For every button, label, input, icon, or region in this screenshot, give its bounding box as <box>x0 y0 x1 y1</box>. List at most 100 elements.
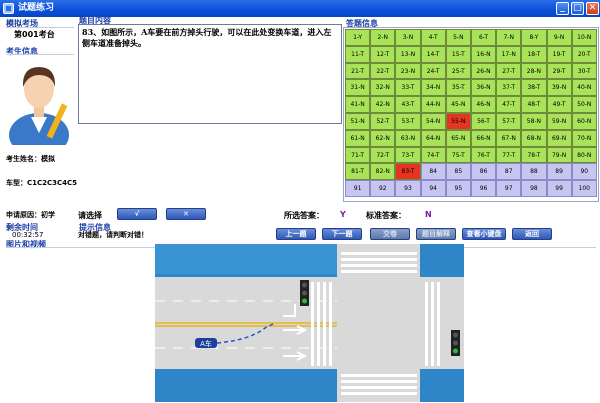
answer-no-button[interactable]: ✕ <box>166 208 206 220</box>
answer-cell[interactable]: 22-T <box>370 62 396 80</box>
answer-cell[interactable]: 18-T <box>521 45 547 63</box>
answer-cell[interactable]: 34-N <box>420 79 446 97</box>
answer-cell[interactable]: 72-T <box>370 146 396 164</box>
answer-cell[interactable]: 32-N <box>370 79 396 97</box>
answer-cell[interactable]: 47-T <box>496 96 522 113</box>
answer-cell[interactable]: 31-N <box>345 79 371 97</box>
answer-cell[interactable]: 91 <box>345 180 371 197</box>
answer-cell[interactable]: 79-N <box>546 146 572 164</box>
answer-cell[interactable]: 98 <box>521 180 547 197</box>
answer-cell[interactable]: 56-T <box>470 112 497 130</box>
answer-cell[interactable]: 46-N <box>470 96 497 113</box>
answer-cell[interactable]: 21-T <box>345 62 371 80</box>
submit-exam-button[interactable]: 交卷 <box>370 228 410 240</box>
answer-cell[interactable]: 33-T <box>395 79 421 97</box>
answer-cell[interactable]: 66-N <box>470 129 497 147</box>
answer-cell[interactable]: 45-N <box>445 96 471 113</box>
answer-cell[interactable]: 2-N <box>370 29 396 46</box>
answer-cell[interactable]: 36-N <box>470 79 497 97</box>
answer-cell[interactable]: 71-T <box>345 146 371 164</box>
answer-cell[interactable]: 92 <box>370 180 396 197</box>
answer-cell[interactable]: 9-N <box>546 29 572 46</box>
answer-cell[interactable]: 17-N <box>496 45 522 63</box>
answer-cell[interactable]: 94 <box>420 180 446 197</box>
answer-cell[interactable]: 63-N <box>395 129 421 147</box>
answer-cell[interactable]: 44-N <box>420 96 446 113</box>
answer-cell[interactable]: 28-N <box>521 62 547 80</box>
answer-cell[interactable]: 30-T <box>571 62 597 80</box>
close-button[interactable]: ✕ <box>586 2 599 15</box>
answer-cell[interactable]: 20-T <box>571 45 597 63</box>
answer-cell[interactable]: 35-T <box>445 79 471 97</box>
prev-question-button[interactable]: 上一题 <box>276 228 316 240</box>
answer-cell[interactable]: 19-T <box>546 45 572 63</box>
answer-cell[interactable]: 1-Y <box>345 29 371 46</box>
answer-cell[interactable]: 97 <box>496 180 522 197</box>
answer-cell[interactable]: 74-T <box>420 146 446 164</box>
answer-cell[interactable]: 51-N <box>345 112 371 130</box>
answer-cell[interactable]: 40-N <box>571 79 597 97</box>
answer-cell[interactable]: 49-T <box>546 96 572 113</box>
answer-cell[interactable]: 73-T <box>395 146 421 164</box>
answer-cell[interactable]: 41-N <box>345 96 371 113</box>
answer-cell[interactable]: 93 <box>395 180 421 197</box>
answer-cell[interactable]: 58-N <box>521 112 547 130</box>
answer-cell[interactable]: 70-N <box>571 129 597 147</box>
answer-cell[interactable]: 13-N <box>395 45 421 63</box>
view-keyboard-button[interactable]: 查看小键盘 <box>462 228 506 240</box>
answer-cell[interactable]: 67-N <box>496 129 522 147</box>
answer-cell[interactable]: 7-N <box>496 29 522 46</box>
answer-cell[interactable]: 14-T <box>420 45 446 63</box>
answer-cell[interactable]: 27-T <box>496 62 522 80</box>
answer-cell[interactable]: 64-N <box>420 129 446 147</box>
answer-cell[interactable]: 95 <box>445 180 471 197</box>
answer-cell[interactable]: 12-T <box>370 45 396 63</box>
answer-cell[interactable]: 68-N <box>521 129 547 147</box>
maximize-button[interactable]: □ <box>571 2 584 15</box>
next-question-button[interactable]: 下一题 <box>322 228 362 240</box>
answer-cell[interactable]: 50-N <box>571 96 597 113</box>
answer-cell[interactable]: 61-N <box>345 129 371 147</box>
answer-cell[interactable]: 6-T <box>470 29 497 46</box>
answer-cell[interactable]: 59-N <box>546 112 572 130</box>
answer-cell[interactable]: 29-T <box>546 62 572 80</box>
answer-cell[interactable]: 55-N <box>445 112 471 130</box>
answer-cell[interactable]: 78-T <box>521 146 547 164</box>
answer-cell[interactable]: 15-T <box>445 45 471 63</box>
answer-cell[interactable]: 11-T <box>345 45 371 63</box>
answer-cell[interactable]: 25-T <box>445 62 471 80</box>
answer-cell[interactable]: 100 <box>571 180 597 197</box>
answer-cell[interactable]: 65-N <box>445 129 471 147</box>
answer-cell[interactable]: 24-T <box>420 62 446 80</box>
answer-cell[interactable]: 87 <box>496 163 522 181</box>
answer-cell[interactable]: 76-T <box>470 146 497 164</box>
answer-cell[interactable]: 83-T <box>395 163 421 181</box>
answer-cell[interactable]: 57-T <box>496 112 522 130</box>
answer-cell[interactable]: 43-T <box>395 96 421 113</box>
minimize-button[interactable]: _ <box>556 2 569 15</box>
answer-cell[interactable]: 80-N <box>571 146 597 164</box>
answer-cell[interactable]: 5-N <box>445 29 471 46</box>
answer-cell[interactable]: 84 <box>420 163 446 181</box>
answer-cell[interactable]: 52-T <box>370 112 396 130</box>
answer-cell[interactable]: 3-N <box>395 29 421 46</box>
answer-cell[interactable]: 4-T <box>420 29 446 46</box>
answer-cell[interactable]: 99 <box>546 180 572 197</box>
answer-cell[interactable]: 69-N <box>546 129 572 147</box>
answer-cell[interactable]: 8-Y <box>521 29 547 46</box>
answer-cell[interactable]: 54-N <box>420 112 446 130</box>
answer-cell[interactable]: 88 <box>521 163 547 181</box>
answer-cell[interactable]: 10-N <box>571 29 597 46</box>
answer-cell[interactable]: 60-N <box>571 112 597 130</box>
answer-cell[interactable]: 77-T <box>496 146 522 164</box>
answer-cell[interactable]: 39-N <box>546 79 572 97</box>
answer-cell[interactable]: 42-N <box>370 96 396 113</box>
answer-cell[interactable]: 38-T <box>521 79 547 97</box>
answer-cell[interactable]: 26-N <box>470 62 497 80</box>
answer-cell[interactable]: 75-T <box>445 146 471 164</box>
answer-cell[interactable]: 86 <box>470 163 497 181</box>
answer-cell[interactable]: 37-T <box>496 79 522 97</box>
answer-cell[interactable]: 53-T <box>395 112 421 130</box>
back-button[interactable]: 返回 <box>512 228 552 240</box>
answer-cell[interactable]: 62-N <box>370 129 396 147</box>
